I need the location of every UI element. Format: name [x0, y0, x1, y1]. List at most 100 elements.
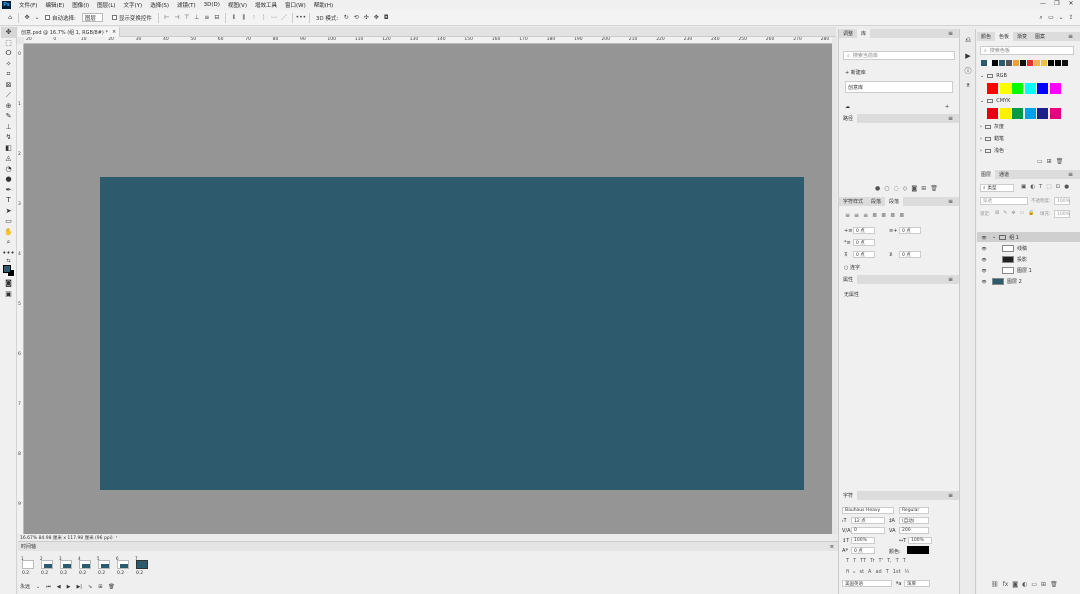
chevron-right-icon[interactable]: ›	[980, 148, 982, 154]
menu-layer[interactable]: 图层(L)	[93, 1, 119, 9]
zoom-tool-icon[interactable]: ⌕	[1, 237, 16, 248]
timeline-frame[interactable]: 7 0.2	[135, 556, 149, 577]
delete-layer-icon[interactable]: 🗑	[1050, 581, 1058, 588]
layer-name[interactable]: 图层 1	[1017, 267, 1032, 274]
duplicate-frame-icon[interactable]: ⊞	[98, 584, 102, 590]
menu-filter[interactable]: 滤镜(T)	[173, 1, 200, 9]
align-middle-icon[interactable]: ≡	[203, 14, 211, 22]
horizontal-scale-field[interactable]: 100%	[908, 537, 932, 544]
frame-thumbnail[interactable]	[98, 560, 110, 569]
swatch[interactable]	[1049, 83, 1061, 94]
swatch-group-light[interactable]: › 浅色	[980, 147, 1004, 155]
layer-name[interactable]: 投影	[1017, 256, 1027, 263]
orbit-3d-icon[interactable]: ↻	[342, 14, 350, 22]
marquee-tool-icon[interactable]: ⬚	[1, 38, 16, 49]
faux-italic-button[interactable]: T	[853, 558, 856, 564]
tab-color[interactable]: 颜色	[977, 32, 995, 41]
show-transform-checkbox[interactable]: 显示变换控件	[111, 14, 152, 22]
swatch[interactable]	[987, 83, 998, 94]
color-swatches[interactable]	[1, 264, 16, 278]
swatch[interactable]	[987, 108, 998, 119]
load-selection-icon[interactable]: ◌	[894, 185, 899, 192]
next-frame-icon[interactable]: ▶|	[76, 584, 82, 590]
fraction-icon[interactable]: T	[886, 569, 889, 575]
align-right-icon[interactable]: ⊤	[183, 14, 191, 22]
timeline-frame[interactable]: 2 0.2	[40, 556, 54, 577]
lock-all-icon[interactable]: 🔒	[1028, 210, 1034, 216]
subscript-button[interactable]: T,	[887, 558, 892, 564]
language-select[interactable]: 美国英语	[842, 580, 892, 587]
drag-3d-icon[interactable]: ✣	[362, 14, 370, 22]
home-icon[interactable]: ⌂	[6, 14, 14, 22]
panel-menu-icon[interactable]: ≡	[830, 544, 834, 550]
frame-thumbnail[interactable]	[22, 560, 34, 569]
history-brush-tool-icon[interactable]: ↯	[1, 132, 16, 143]
swatch-group-rgb[interactable]: ⌄ RGB	[980, 73, 1007, 79]
tab-properties[interactable]: 属性	[839, 275, 858, 284]
frame-delay[interactable]: 0.2	[79, 571, 86, 576]
leading-field[interactable]: (自动)	[899, 517, 929, 524]
roll-3d-icon[interactable]: ⟲	[352, 14, 360, 22]
vertical-scrollbar[interactable]	[832, 37, 837, 534]
small-caps-button[interactable]: Tr	[870, 558, 874, 564]
layer-row[interactable]: 👁 线稿	[977, 243, 1080, 253]
tab-gradients[interactable]: 渐变	[1013, 32, 1031, 41]
swatch[interactable]	[1024, 108, 1036, 119]
add-mask-icon[interactable]: ◙	[1012, 581, 1018, 588]
opacity-field[interactable]: 100%	[1054, 197, 1070, 205]
paint-bucket-tool-icon[interactable]: ◬	[1, 153, 16, 164]
tab-paragraph[interactable]: 段落	[885, 197, 904, 206]
blur-tool-icon[interactable]: ◔	[1, 164, 16, 175]
new-path-icon[interactable]: ⊞	[921, 185, 926, 192]
layer-name[interactable]: 线稿	[1017, 245, 1027, 252]
tab-layers[interactable]: 图层	[977, 170, 996, 179]
swatch[interactable]	[1055, 60, 1061, 66]
filter-toggle-icon[interactable]: ●	[1064, 184, 1069, 190]
menu-help[interactable]: 帮助(H)	[310, 1, 337, 9]
chevron-down-icon[interactable]: ⌄	[992, 234, 996, 240]
screen-mode-icon[interactable]: ▣	[1, 289, 16, 300]
layer-row[interactable]: 👁 投影	[977, 254, 1080, 264]
panel-menu-icon[interactable]: ≡	[1064, 32, 1077, 41]
loop-dropdown[interactable]: 永远	[20, 583, 30, 590]
layer-thumbnail[interactable]	[1002, 244, 1014, 252]
menu-plugins[interactable]: 增效工具	[251, 1, 281, 9]
eraser-tool-icon[interactable]: ◧	[1, 143, 16, 154]
menu-3d[interactable]: 3D(D)	[200, 2, 224, 8]
first-line-indent-field[interactable]: 0 点	[853, 239, 875, 246]
glyphs-panel-icon[interactable]: ª	[960, 78, 976, 93]
library-item[interactable]: 创意库	[845, 81, 953, 93]
ligature-icon[interactable]: fi	[846, 569, 849, 575]
tracking-field[interactable]: 200	[899, 527, 929, 534]
chevron-down-icon[interactable]: ⌄	[36, 584, 40, 590]
menu-file[interactable]: 文件(F)	[15, 1, 41, 9]
canvas-workspace[interactable]	[24, 44, 832, 534]
swatch[interactable]	[1041, 60, 1047, 66]
checkbox-box[interactable]	[45, 15, 50, 20]
timeline-frame[interactable]: 3 0.2	[59, 556, 73, 577]
fill-path-icon[interactable]: ●	[875, 185, 880, 192]
slide-3d-icon[interactable]: ✥	[372, 14, 380, 22]
share-icon[interactable]: ⇪	[1067, 14, 1075, 22]
filter-shape-icon[interactable]: ⬚	[1046, 184, 1051, 190]
all-caps-button[interactable]: TT	[860, 558, 866, 564]
swatch-group-pastel[interactable]: › 蜡笔	[980, 135, 1004, 143]
add-mask-icon[interactable]: ◙	[911, 185, 917, 192]
tab-patterns[interactable]: 图案	[1031, 32, 1049, 41]
frame-delay[interactable]: 0.2	[117, 571, 124, 576]
layer-style-icon[interactable]: fx	[1003, 581, 1009, 588]
swash-icon[interactable]: ℴ	[853, 569, 855, 575]
frame-delay[interactable]: 0.2	[98, 571, 105, 576]
baseline-shift-field[interactable]: 0 点	[851, 547, 875, 554]
auto-select-dropdown[interactable]: 图层	[81, 13, 103, 22]
swatch[interactable]	[1024, 83, 1036, 94]
justify-center-icon[interactable]: ≣	[881, 212, 886, 219]
artboard-canvas[interactable]	[100, 177, 804, 490]
frame-delay[interactable]: 0.2	[136, 571, 143, 576]
distribute-middle-icon[interactable]: ⋯	[270, 14, 278, 22]
lock-artboard-icon[interactable]: ▭	[1020, 210, 1025, 216]
adjustment-layer-icon[interactable]: ◐	[1022, 581, 1027, 588]
type-tool-icon[interactable]: T	[1, 195, 16, 206]
frame-delay[interactable]: 0.2	[60, 571, 67, 576]
swatch[interactable]	[1012, 83, 1023, 94]
